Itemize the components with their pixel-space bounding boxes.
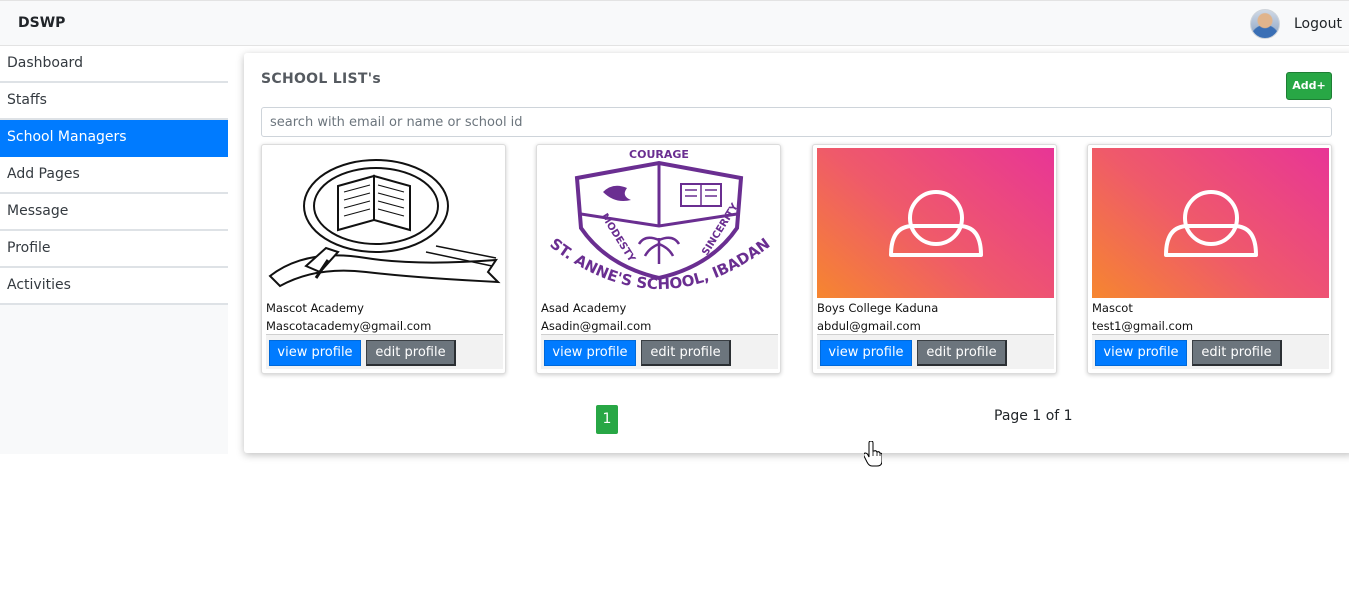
sidebar-item-activities[interactable]: Activities xyxy=(0,268,228,305)
school-email: Asadin@gmail.com xyxy=(541,319,652,333)
school-logo-image[interactable]: COURAGE MODESTY SINCERITY ST. ANNE'S SCH… xyxy=(541,148,778,298)
school-name: Mascot xyxy=(1092,301,1133,315)
school-list-panel: SCHOOL LIST's Add+ Mascot Academ xyxy=(244,53,1349,453)
view-profile-button[interactable]: view profile xyxy=(544,340,636,366)
crest-motto-top: COURAGE xyxy=(629,148,689,161)
school-logo-image[interactable] xyxy=(817,148,1054,298)
user-placeholder-icon xyxy=(1164,190,1258,257)
card-actions: view profile edit profile xyxy=(541,334,778,369)
brand-logo[interactable]: DSWP xyxy=(18,15,65,31)
school-logo-image[interactable] xyxy=(1092,148,1329,298)
page-title: SCHOOL LIST's xyxy=(261,71,381,87)
school-name: Boys College Kaduna xyxy=(817,301,939,315)
top-navbar: DSWP Logout xyxy=(0,0,1349,46)
book-emblem-logo xyxy=(268,159,501,288)
card-actions: view profile edit profile xyxy=(817,334,1054,369)
sidebar-item-message[interactable]: Message xyxy=(0,194,228,231)
st-annes-school-crest: COURAGE MODESTY SINCERITY ST. ANNE'S SCH… xyxy=(547,148,774,293)
edit-profile-button[interactable]: edit profile xyxy=(641,340,731,366)
sidebar-item-add-pages[interactable]: Add Pages xyxy=(0,157,228,194)
hand-cursor-icon xyxy=(864,441,882,467)
add-school-button[interactable]: Add+ xyxy=(1286,72,1332,100)
sidebar-item-school-managers[interactable]: School Managers xyxy=(0,120,228,157)
school-card: COURAGE MODESTY SINCERITY ST. ANNE'S SCH… xyxy=(536,144,781,374)
sidebar-item-profile[interactable]: Profile xyxy=(0,231,228,268)
view-profile-button[interactable]: view profile xyxy=(1095,340,1187,366)
logout-link[interactable]: Logout xyxy=(1294,16,1342,32)
card-actions: view profile edit profile xyxy=(1092,334,1329,369)
school-name: Asad Academy xyxy=(541,301,627,315)
sidebar: Dashboard Staffs School Managers Add Pag… xyxy=(0,46,228,454)
user-avatar[interactable] xyxy=(1250,9,1280,39)
pagination-info: Page 1 of 1 xyxy=(994,408,1073,424)
card-actions: view profile edit profile xyxy=(266,334,503,369)
school-logo-image[interactable] xyxy=(266,148,503,298)
school-email: Mascotacademy@gmail.com xyxy=(266,319,432,333)
school-name: Mascot Academy xyxy=(266,301,364,315)
school-card: Mascot test1@gmail.com view profile edit… xyxy=(1087,144,1332,374)
pagination-page-button[interactable]: 1 xyxy=(596,405,618,434)
sidebar-item-dashboard[interactable]: Dashboard xyxy=(0,46,228,83)
school-card: Boys College Kaduna abdul@gmail.com view… xyxy=(812,144,1057,374)
search-input[interactable] xyxy=(261,107,1332,137)
school-email: abdul@gmail.com xyxy=(817,319,921,333)
user-placeholder-icon xyxy=(889,190,983,257)
edit-profile-button[interactable]: edit profile xyxy=(1192,340,1282,366)
edit-profile-button[interactable]: edit profile xyxy=(366,340,456,366)
view-profile-button[interactable]: view profile xyxy=(820,340,912,366)
school-email: test1@gmail.com xyxy=(1092,319,1194,333)
school-card: Mascot Academy Mascotacademy@gmail.com v… xyxy=(261,144,506,374)
sidebar-item-staffs[interactable]: Staffs xyxy=(0,83,228,120)
view-profile-button[interactable]: view profile xyxy=(269,340,361,366)
edit-profile-button[interactable]: edit profile xyxy=(917,340,1007,366)
